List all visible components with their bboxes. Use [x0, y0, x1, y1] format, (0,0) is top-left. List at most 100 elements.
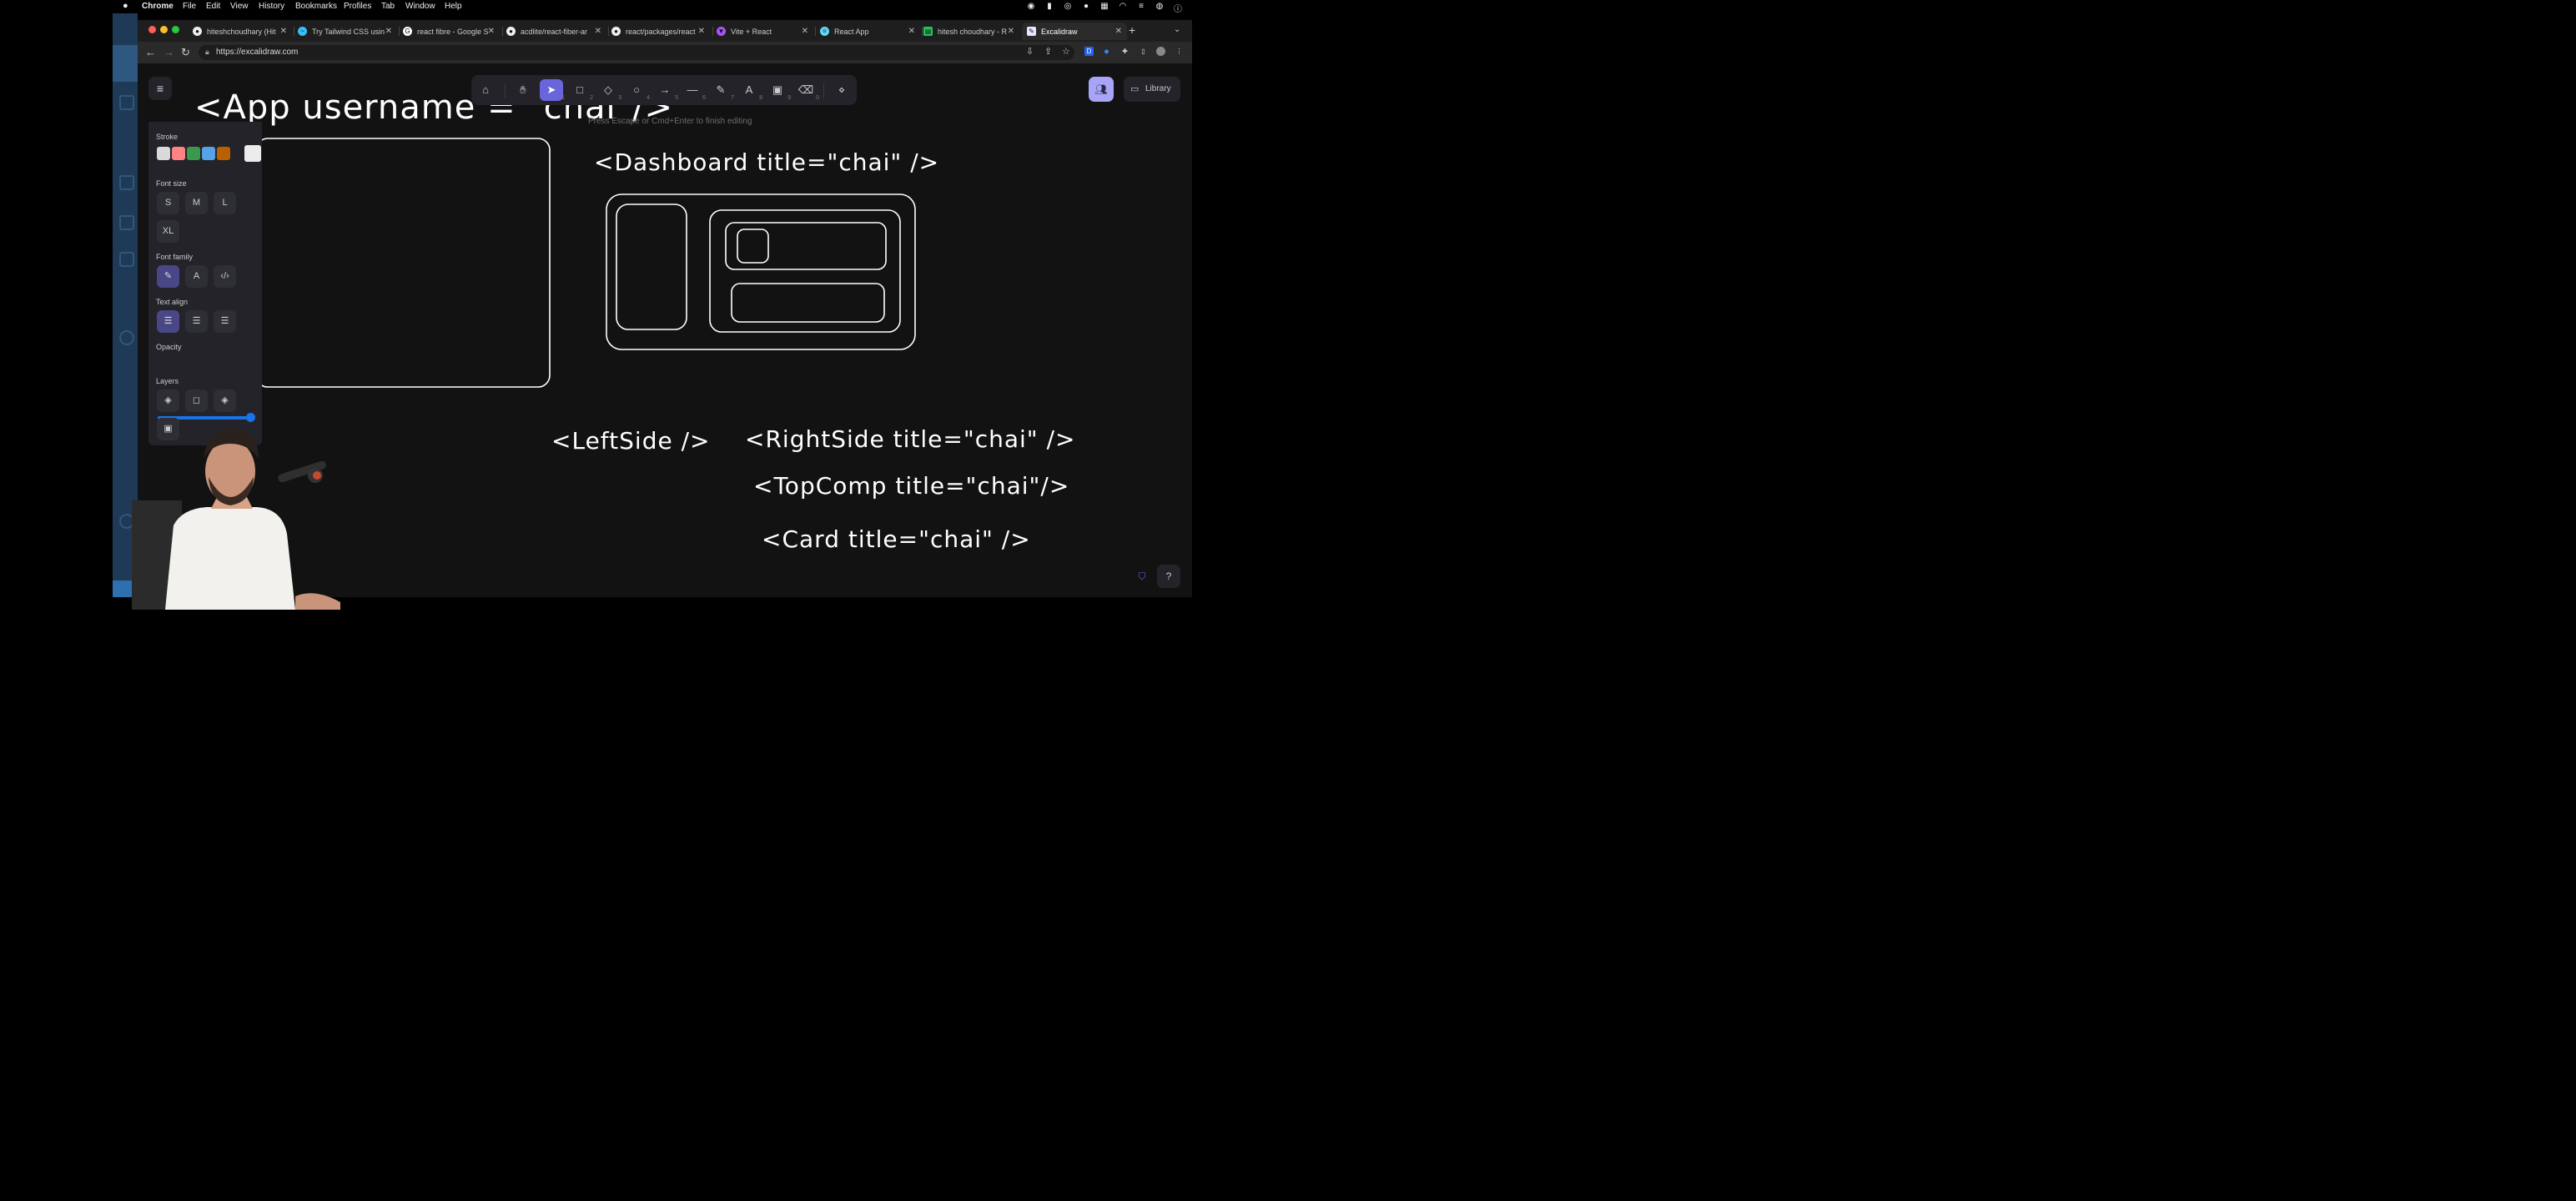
- arrow-icon[interactable]: → 5: [653, 79, 679, 101]
- tab-sheet[interactable]: ▤ hitesh choudhary - R ✕: [923, 23, 1019, 40]
- install-icon[interactable]: ⇩: [1026, 46, 1034, 57]
- menu-profiles[interactable]: Profiles: [344, 2, 371, 11]
- topcomp-label[interactable]: <TopComp title="chai"/>: [753, 472, 1069, 500]
- menu-history[interactable]: History: [259, 2, 284, 11]
- pencil-icon[interactable]: ✎ 7: [709, 79, 734, 101]
- stroke-swatch[interactable]: [202, 147, 215, 160]
- text-icon[interactable]: A8: [737, 79, 762, 101]
- font-size-m-button[interactable]: M: [185, 192, 208, 214]
- tab-tailwind[interactable]: ~ Try Tailwind CSS usin ✕: [298, 23, 397, 40]
- star-icon[interactable]: ☆: [1062, 46, 1070, 57]
- info-icon[interactable]: ⓘ: [1173, 2, 1183, 14]
- tab-vite-react[interactable]: ▼ Vite + React ✕: [717, 23, 813, 40]
- close-tab-icon[interactable]: ✕: [1115, 27, 1122, 36]
- control-center-icon[interactable]: ≡: [1136, 2, 1146, 11]
- menu-bookmarks[interactable]: Bookmarks: [295, 2, 337, 11]
- dashboard-label[interactable]: <Dashboard title="chai" />: [594, 148, 939, 176]
- kebab-menu-icon[interactable]: ⋮: [1175, 47, 1184, 56]
- omnibox[interactable]: 🔒︎ https://excalidraw.com: [199, 45, 1074, 60]
- rightside-label[interactable]: <RightSide title="chai" />: [745, 425, 1075, 453]
- line-icon[interactable]: —6: [681, 79, 707, 101]
- rectangle-icon[interactable]: □ 2: [568, 79, 593, 101]
- close-tab-icon[interactable]: ✕: [280, 27, 287, 36]
- align-left-button[interactable]: ☰: [157, 310, 179, 333]
- tab-google-search[interactable]: G react fibre - Google S ✕: [403, 23, 500, 40]
- stroke-swatch[interactable]: [217, 147, 230, 160]
- more-tools-icon[interactable]: ⋄: [830, 79, 853, 101]
- close-window-button[interactable]: [148, 26, 156, 33]
- leftside-label[interactable]: <LeftSide />: [551, 427, 711, 455]
- tab-react-fiber-arch[interactable]: ● acdlite/react-fiber-ar ✕: [506, 23, 606, 40]
- tab-react-app[interactable]: ⚛ React App ✕: [820, 23, 920, 40]
- hamburger-menu-icon[interactable]: ≡: [148, 77, 172, 100]
- stroke-swatch[interactable]: [157, 147, 170, 160]
- reload-icon[interactable]: ↻: [181, 46, 190, 59]
- menu-view[interactable]: View: [230, 2, 249, 11]
- font-size-xl-button[interactable]: XL: [157, 220, 179, 243]
- grid-icon[interactable]: ▦: [1099, 2, 1109, 11]
- menu-chrome[interactable]: Chrome: [142, 2, 174, 11]
- stroke-swatch[interactable]: [187, 147, 200, 160]
- ellipse-icon[interactable]: ○ 4: [625, 79, 650, 101]
- image-icon[interactable]: ▣ 9: [766, 79, 791, 101]
- font-size-s-button[interactable]: S: [157, 192, 179, 214]
- chevron-down-icon[interactable]: ⌄: [1174, 25, 1180, 34]
- card-label[interactable]: <Card title="chai" />: [762, 525, 1031, 553]
- status-icon[interactable]: ◉: [1026, 2, 1036, 11]
- eraser-icon[interactable]: ⌫ 0: [794, 79, 819, 101]
- minimize-window-button[interactable]: [160, 26, 168, 33]
- menu-help[interactable]: Help: [445, 2, 462, 11]
- help-icon[interactable]: ?: [1157, 565, 1180, 588]
- align-center-button[interactable]: ☰: [185, 310, 208, 333]
- lock-icon[interactable]: ⌂: [474, 79, 497, 101]
- diamond-icon[interactable]: ◇ 3: [596, 79, 621, 101]
- normal-font-button[interactable]: A: [185, 265, 208, 288]
- menu-tab[interactable]: Tab: [381, 2, 395, 11]
- siri-icon[interactable]: ◍: [1155, 2, 1165, 11]
- library-button[interactable]: ▭ Library: [1124, 77, 1180, 102]
- close-tab-icon[interactable]: ✕: [1008, 27, 1014, 36]
- puzzle-icon[interactable]: ✚: [1120, 47, 1130, 56]
- extension-icon[interactable]: D: [1084, 47, 1094, 56]
- close-tab-icon[interactable]: ✕: [385, 27, 392, 36]
- close-tab-icon[interactable]: ✕: [908, 27, 915, 36]
- status-icon[interactable]: ●: [1081, 2, 1091, 11]
- stroke-swatch[interactable]: [172, 147, 185, 160]
- maximize-window-button[interactable]: [172, 26, 179, 33]
- collaborate-button[interactable]: 👥︎: [1089, 77, 1114, 102]
- close-tab-icon[interactable]: ✕: [488, 27, 495, 36]
- lock-icon[interactable]: 🔒︎: [205, 48, 209, 57]
- sidepanel-icon[interactable]: ▯: [1139, 47, 1148, 56]
- close-tab-icon[interactable]: ✕: [802, 27, 808, 36]
- tab-react-packages[interactable]: ● react/packages/react ✕: [611, 23, 710, 40]
- hand-drawn-font-button[interactable]: ✎: [157, 265, 179, 288]
- close-tab-icon[interactable]: ✕: [698, 27, 705, 36]
- wifi-icon[interactable]: ◠: [1118, 2, 1128, 11]
- status-icon[interactable]: ◎: [1063, 2, 1073, 11]
- back-icon[interactable]: ←: [145, 46, 156, 58]
- tab-excalidraw[interactable]: ✎ Excalidraw ✕: [1022, 23, 1127, 40]
- send-to-back-button[interactable]: ◈: [157, 389, 179, 412]
- menu-edit[interactable]: Edit: [206, 2, 220, 11]
- font-size-l-button[interactable]: L: [214, 192, 236, 214]
- selection-icon[interactable]: ➤ 1: [540, 79, 565, 101]
- code-font-button[interactable]: ‹/›: [214, 265, 236, 288]
- new-tab-icon[interactable]: +: [1129, 23, 1135, 37]
- url-text[interactable]: https://excalidraw.com: [216, 48, 298, 57]
- menu-window[interactable]: Window: [405, 2, 435, 11]
- profile-avatar[interactable]: [1156, 47, 1165, 56]
- share-icon[interactable]: ⇪: [1044, 46, 1052, 57]
- tab-github-profile[interactable]: ● hiteshchoudhary (Hit ✕: [193, 23, 292, 40]
- hand-icon[interactable]: ✋︎: [511, 79, 535, 101]
- extension-icon[interactable]: ◆: [1102, 47, 1111, 56]
- send-backward-button[interactable]: ◻: [185, 389, 208, 412]
- bring-forward-button[interactable]: ◈: [214, 389, 236, 412]
- current-stroke-swatch[interactable]: [244, 145, 261, 162]
- forward-icon[interactable]: →: [164, 46, 174, 58]
- close-tab-icon[interactable]: ✕: [595, 27, 601, 36]
- shield-icon[interactable]: ⛉: [1130, 565, 1154, 588]
- apple-icon[interactable]: ●: [123, 1, 128, 11]
- align-right-button[interactable]: ☰: [214, 310, 236, 333]
- sidebar-icon[interactable]: ▮: [1044, 2, 1054, 11]
- menu-file[interactable]: File: [183, 2, 196, 11]
